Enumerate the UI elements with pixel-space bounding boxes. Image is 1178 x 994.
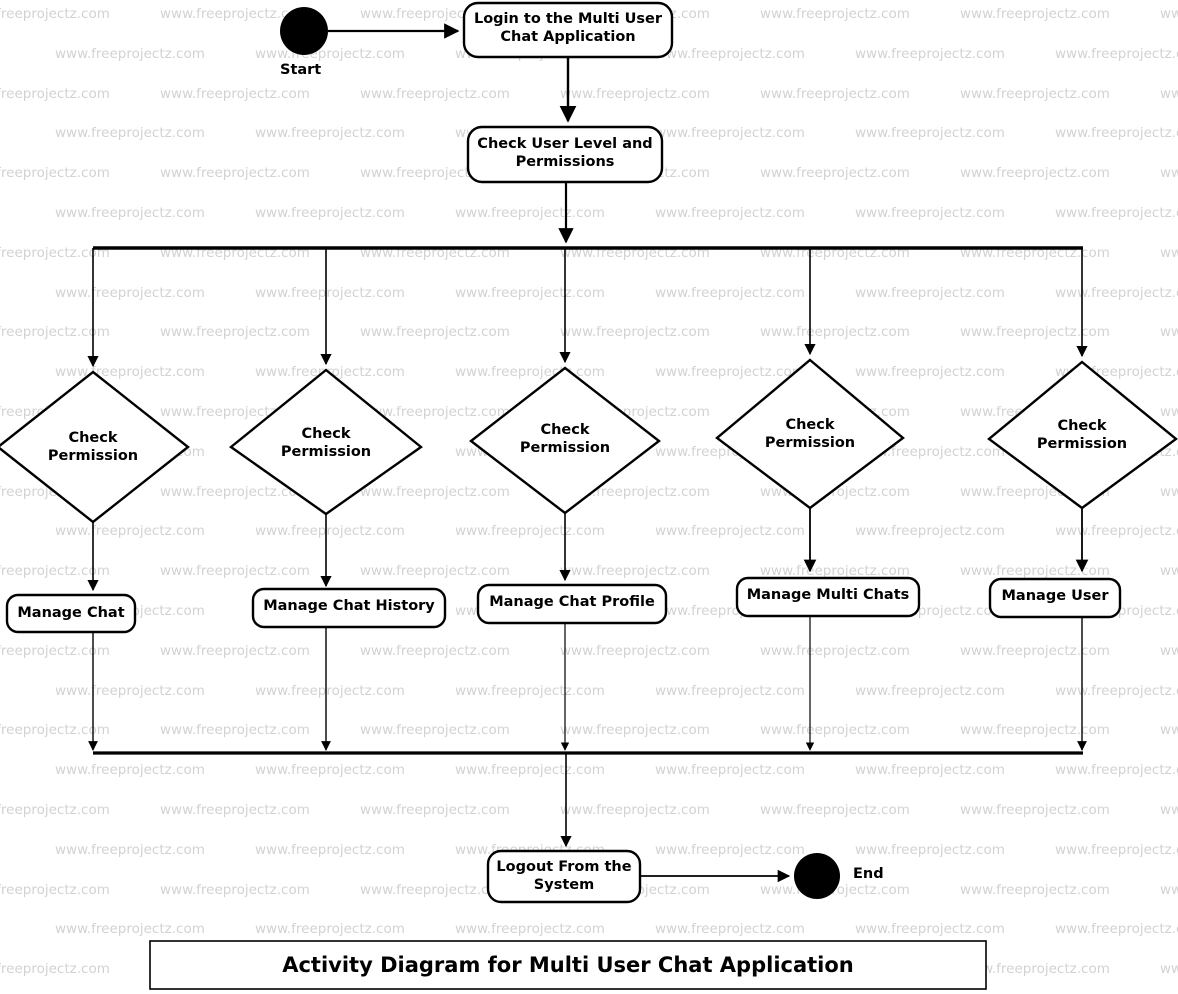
activity-manage-chat-history-box xyxy=(251,587,447,629)
end-node-label: End xyxy=(853,866,884,882)
diagram-svg xyxy=(0,1,1178,990)
activity-manage-chat-profile-box xyxy=(476,583,668,625)
activity-manage-multi-chats-box xyxy=(735,576,921,618)
start-node xyxy=(280,7,328,55)
decision-diamond-2 xyxy=(229,368,423,516)
diagram-caption: Activity Diagram for Multi User Chat App… xyxy=(282,953,854,977)
decision-diamond-3 xyxy=(469,366,661,515)
decision-diamond-1 xyxy=(0,370,190,524)
activity-login-box xyxy=(462,1,674,59)
activity-diagram-canvas: www.freeprojectz.comwww.freeprojectz.com… xyxy=(0,0,1178,994)
end-node xyxy=(794,853,840,899)
decision-diamond-4 xyxy=(715,358,905,510)
activity-manage-user-box xyxy=(988,577,1122,619)
activity-logout-box xyxy=(486,849,642,904)
start-node-label: Start xyxy=(280,62,322,78)
decision-diamond-5 xyxy=(987,360,1178,510)
activity-manage-chat-box xyxy=(5,593,137,634)
activity-check-user-box xyxy=(466,125,664,184)
